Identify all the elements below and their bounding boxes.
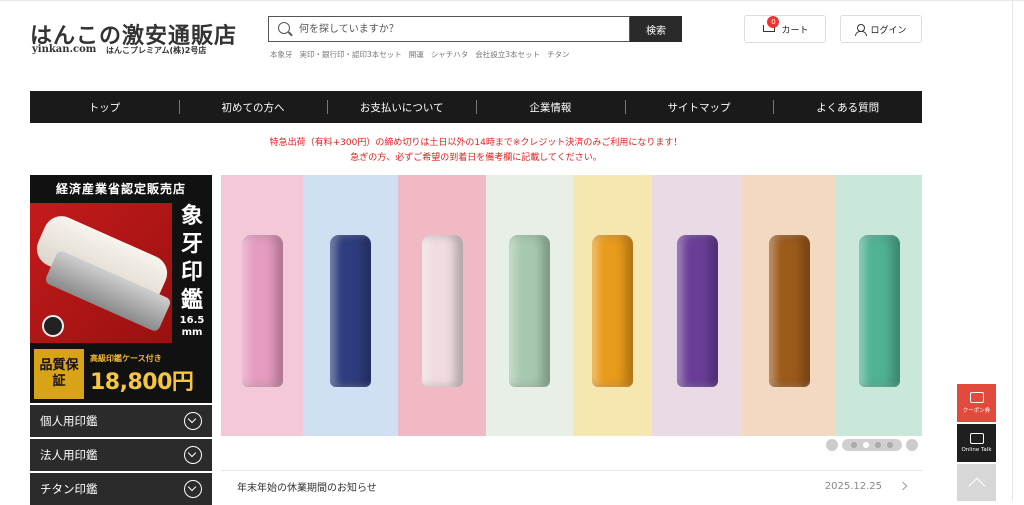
banner-vertical-title: 象牙印鑑 16.5 mm [172,203,212,343]
nav-item-sitemap[interactable]: サイトマップ [624,91,774,123]
login-label: ログイン [870,25,907,36]
search-icon [278,22,290,34]
seal-cylinder [768,235,810,387]
banner-heading: 経済産業省認定販売店 [55,181,186,196]
coupon-icon [969,392,984,403]
side-menu-personal-seals[interactable]: 個人用印鑑 [30,405,212,437]
notice-line: 急ぎの方、必ずご希望の到着日を備考欄に記載してください。 [350,153,602,163]
banner-price-area: 品質保証 高級印鑑ケース付き 18,800円 [30,345,212,403]
search-button[interactable]: 検索 [630,16,682,42]
hero-panel [486,175,573,436]
side-menu-corporate-seals[interactable]: 法人用印鑑 [30,439,212,471]
banner-product-image [30,203,173,343]
keyword-link[interactable]: 開運 [409,49,424,60]
chevron-down-icon [184,412,202,430]
chevron-down-icon [184,480,202,498]
nav-item-top[interactable]: トップ [30,91,179,123]
banner-product-name: 象牙印鑑 [180,204,203,313]
seal-cylinder [421,235,463,387]
search-input[interactable] [299,17,624,41]
seal-cylinder [592,235,633,387]
side-menu-label: 個人用印鑑 [40,414,98,428]
carousel-prev-button[interactable] [826,439,838,451]
cart-button[interactable]: 0 カート [744,15,826,43]
back-to-top-button[interactable] [957,464,996,501]
user-icon [855,23,868,36]
top-border [0,0,1024,1]
keyword-link[interactable]: 実印・銀行印・認印3本セット [300,49,402,60]
scrollbar-track[interactable] [1012,0,1013,501]
nav-item-payment[interactable]: お支払いについて [327,91,476,123]
nav-item-company[interactable]: 企業情報 [476,91,625,123]
keyword-link[interactable]: 本象牙 [270,49,293,60]
nav-item-faq[interactable]: よくある質問 [773,91,922,123]
hero-panel [652,175,742,436]
carousel-dots [842,439,902,451]
side-menu-titanium-seals[interactable]: チタン印鑑 [30,473,212,505]
keyword-link[interactable]: シャチハタ [431,49,469,60]
coupon-label: クーポン券 [962,408,991,414]
banner-size: 16.5 mm [179,315,205,338]
hero-panel [573,175,652,436]
quality-badge: 品質保証 [34,349,84,399]
keyword-link[interactable]: チタン [547,49,570,60]
case-note: 高級印鑑ケース付き [90,353,162,363]
hero-panel [303,175,398,436]
seal-cylinder [858,235,900,387]
popular-keywords: 本象牙 実印・銀行印・認印3本セット 開運 シャチハタ 会社設立3本セット チタ… [270,49,570,60]
nav-item-first-time[interactable]: 初めての方へ [178,91,328,123]
chevron-right-icon [898,481,908,491]
hero-panel [221,175,303,436]
site-logo-domain[interactable]: yinkan.com [32,44,96,55]
ivory-seal-banner[interactable]: 経済産業省認定販売店 象牙印鑑 16.5 mm 品質保証 高級印鑑ケース付き 1… [30,175,212,403]
carousel-next-button[interactable] [906,439,918,451]
news-date: 2025.12.25 [824,480,882,492]
cart-label: カート [781,25,809,36]
hero-panel [742,175,836,436]
news-item[interactable]: 年末年始の休業期間のお知らせ 2025.12.25 [221,470,922,501]
hero-panel [398,175,486,436]
carousel-dot[interactable] [851,442,857,448]
shipping-notice: 特急出荷（有料+300円）の締め切りは土日以外の14時まで※クレジット決済のみご… [0,136,952,166]
keyword-link[interactable]: 会社設立3本セット [475,49,540,60]
site-logo-subtitle: はんこプレミアム(株)2号店 [106,46,207,55]
chat-icon [969,433,984,444]
main-nav: トップ 初めての方へ お支払いについて 企業情報 サイトマップ よくある質問 [30,91,922,123]
news-title: 年末年始の休業期間のお知らせ [237,482,377,494]
carousel-pagination [826,439,918,451]
seal-cylinder [676,235,718,387]
notice-line: 特急出荷（有料+300円）の締め切りは土日以外の14時まで※クレジット決済のみご… [269,138,683,148]
hero-panel [836,175,922,436]
side-menu-label: チタン印鑑 [40,482,98,496]
banner-price: 18,800円 [90,369,194,395]
search-box[interactable] [268,16,630,42]
cart-icon: 0 [761,16,780,35]
cart-count-badge: 0 [767,16,780,28]
coupon-button[interactable]: クーポン券 [957,384,996,422]
login-button[interactable]: ログイン [840,15,922,43]
seal-cylinder [241,235,283,387]
online-talk-button[interactable]: Online Talk [957,424,996,462]
online-talk-label: Online Talk [961,447,992,453]
seal-mark-icon [42,315,64,337]
carousel-dot[interactable] [863,442,869,448]
carousel-dot[interactable] [875,442,881,448]
side-menu-label: 法人用印鑑 [40,448,98,462]
hero-carousel[interactable] [221,175,922,436]
carousel-dot[interactable] [887,442,893,448]
seal-cylinder [509,235,550,387]
arrow-up-icon [968,477,985,494]
seal-cylinder [330,235,371,387]
chevron-down-icon [184,446,202,464]
